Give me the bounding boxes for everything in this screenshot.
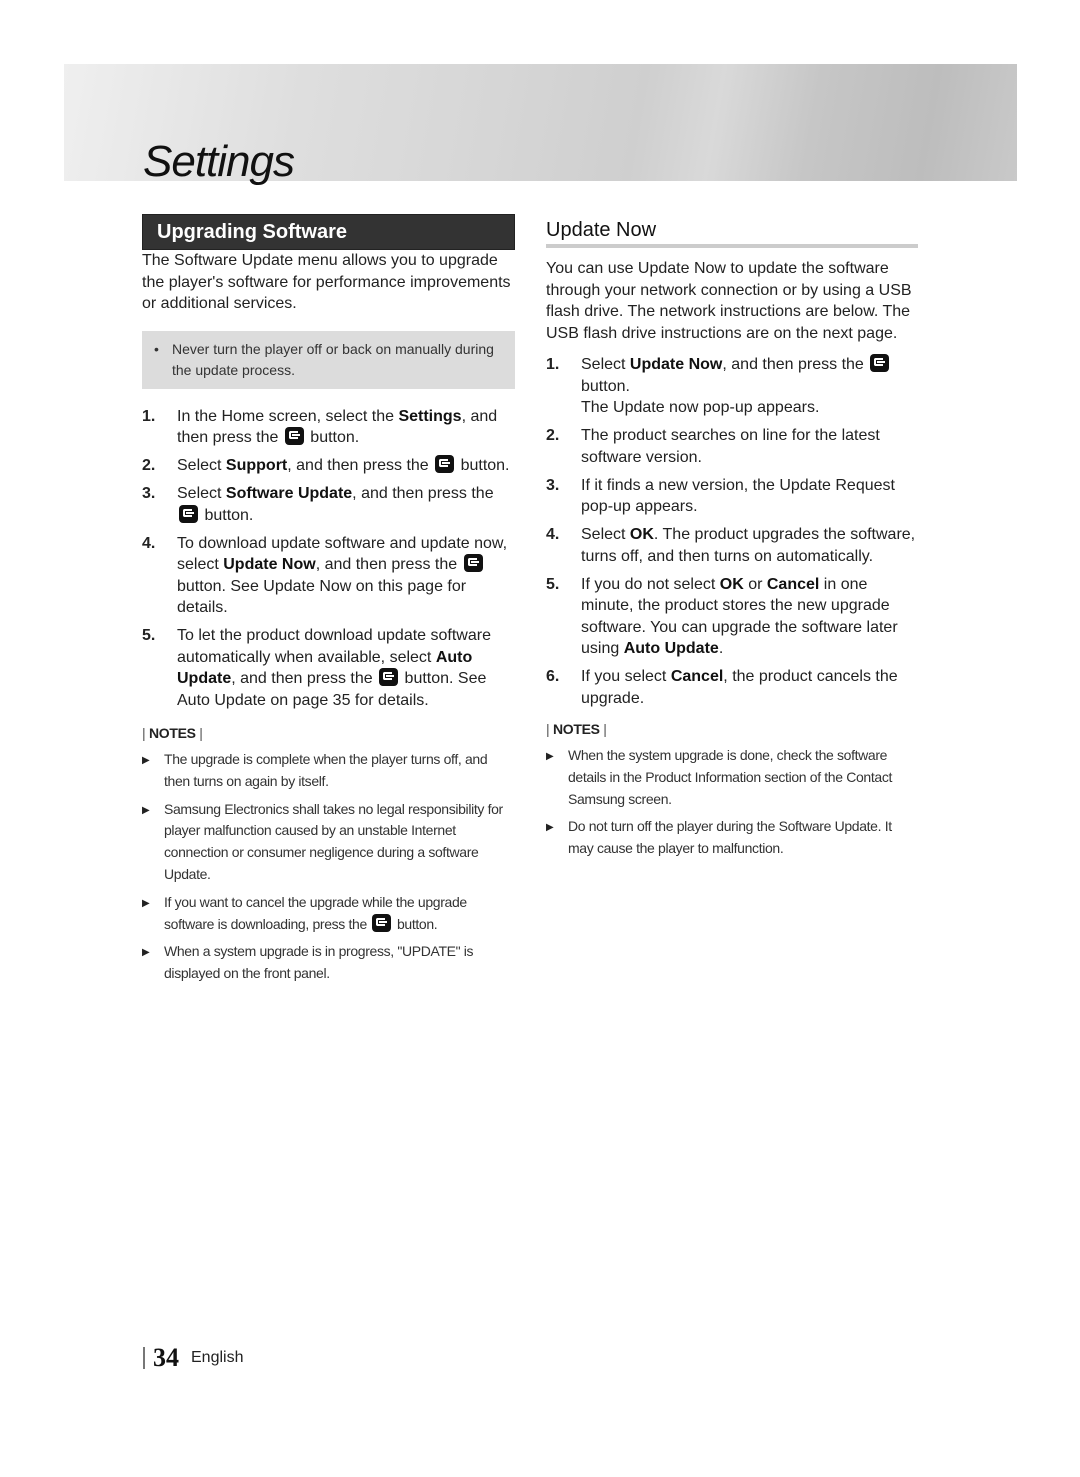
note-text: When a system upgrade is in progress, "U… [164, 943, 474, 982]
note-item: ▶ If you want to cancel the upgrade while… [142, 892, 515, 936]
triangle-bullet-icon: ▶ [546, 822, 554, 834]
note-item: ▶ Samsung Electronics shall takes no lega… [142, 799, 515, 886]
step-number: 1. [546, 356, 560, 373]
triangle-bullet-icon: ▶ [142, 897, 150, 909]
step-item: 5. If you do not select OK or Cancel in o… [546, 574, 918, 660]
step-text: If you select Cancel, the product cancel… [581, 668, 898, 707]
ui-term: OK [719, 575, 744, 593]
step-item: 4. To download update software and update… [142, 533, 515, 619]
note-text: The upgrade is complete when the player … [164, 751, 488, 789]
step-text: Select Support, and then press the butto… [177, 455, 510, 474]
notes-list: ▶ The upgrade is complete when the player… [142, 749, 515, 985]
section-heading-upgrading-software: Upgrading Software [142, 214, 515, 250]
step-item: 3. Select Software Update, and then press… [142, 483, 515, 526]
step-text: If it finds a new version, the Update Re… [581, 476, 895, 516]
section-heading-update-now: Update Now [546, 214, 918, 248]
step-item: 6. If you select Cancel, the product canc… [546, 666, 918, 709]
step-item: 4. Select OK. The product upgrades the so… [546, 524, 918, 567]
step-text: The product searches on line for the lat… [581, 427, 880, 466]
ui-term: Settings [398, 407, 462, 425]
chapter-title: Settings [143, 137, 295, 186]
ui-term: Update Now [629, 356, 723, 373]
caution-box: • Never turn the player off or back on m… [142, 330, 515, 389]
enter-button-icon [284, 427, 304, 445]
enter-button-icon [870, 354, 890, 372]
page-number: 34 [153, 1343, 179, 1372]
step-item: 1. In the Home screen, select the Setting… [142, 406, 515, 449]
language-label: English [191, 1349, 244, 1366]
step-item: 2. The product searches on line for the l… [546, 425, 918, 468]
triangle-bullet-icon: ▶ [142, 804, 150, 816]
step-number: 5. [546, 575, 560, 593]
intro-paragraph: You can use Update Now to update the sof… [546, 260, 912, 342]
step-item: 2. Select Support, and then press the but… [142, 455, 515, 477]
step-text: Select OK. The product upgrades the soft… [581, 526, 916, 565]
step-item: 5. To let the product download update sof… [142, 625, 515, 711]
ui-term: Cancel [766, 575, 820, 593]
step-text: If you do not select OK or Cancel in one… [581, 575, 898, 658]
ui-term: Software Update [225, 485, 353, 502]
page-footer: 34 English [143, 1343, 243, 1373]
steps-list: 1. Select Update Now, and then press the … [546, 354, 918, 709]
notes-list: ▶ When the system upgrade is done, check … [546, 745, 918, 860]
note-item: ▶ When the system upgrade is done, check … [546, 745, 918, 810]
triangle-bullet-icon: ▶ [142, 755, 150, 766]
enter-button-icon [435, 455, 455, 473]
footer-divider [143, 1347, 145, 1369]
note-text: Do not turn off the player during the So… [568, 818, 892, 857]
ui-term: Support [225, 457, 288, 474]
ui-term: Update Now [223, 556, 316, 573]
right-column: Update Now You can use Update Now to upd… [546, 214, 918, 866]
note-item: ▶ Do not turn off the player during the S… [546, 816, 918, 860]
step-number: 4. [546, 526, 560, 543]
step-text: In the Home screen, select the Settings,… [177, 407, 498, 447]
caution-text: Never turn the player off or back on man… [172, 340, 494, 379]
notes-label: | NOTES | [142, 725, 203, 741]
note-text: Samsung Electronics shall takes no legal… [164, 800, 503, 882]
enter-button-icon [179, 504, 198, 523]
step-item: 3. If it finds a new version, the Update … [546, 475, 918, 518]
steps-list: 1. In the Home screen, select the Setting… [142, 406, 515, 712]
notes-label: | NOTES | [546, 721, 607, 737]
step-text: To let the product download update softw… [177, 627, 491, 709]
note-text: If you want to cancel the upgrade while … [164, 893, 467, 932]
ui-term: Cancel [670, 668, 724, 685]
step-number: 4. [142, 534, 156, 552]
step-number: 1. [142, 407, 156, 425]
step-number: 2. [142, 457, 156, 474]
enter-button-icon [463, 554, 483, 572]
note-item: ▶ The upgrade is complete when the player… [142, 749, 515, 793]
step-item: 1. Select Update Now, and then press the … [546, 354, 918, 419]
triangle-bullet-icon: ▶ [546, 751, 554, 762]
step-number: 2. [546, 427, 560, 444]
enter-button-icon [379, 668, 399, 686]
left-column: Upgrading Software The Software Update m… [142, 214, 515, 991]
step-number: 5. [142, 627, 156, 644]
ui-term: Auto Update [623, 640, 719, 657]
note-item: ▶ When a system upgrade is in progress, "… [142, 941, 515, 985]
intro-paragraph: The Software Update menu allows you to u… [142, 252, 511, 312]
step-number: 6. [546, 668, 560, 685]
step-text: Select Software Update, and then press t… [177, 485, 494, 524]
step-text: To download update software and update n… [177, 534, 508, 617]
triangle-bullet-icon: ▶ [142, 947, 150, 959]
note-text: When the system upgrade is done, check t… [568, 747, 893, 807]
bullet-icon: • [154, 340, 159, 357]
step-number: 3. [142, 485, 156, 502]
step-text: Select Update Now, and then press the bu… [581, 354, 918, 419]
ui-term: OK [629, 526, 654, 543]
step-number: 3. [546, 476, 560, 494]
enter-button-icon [372, 913, 392, 932]
